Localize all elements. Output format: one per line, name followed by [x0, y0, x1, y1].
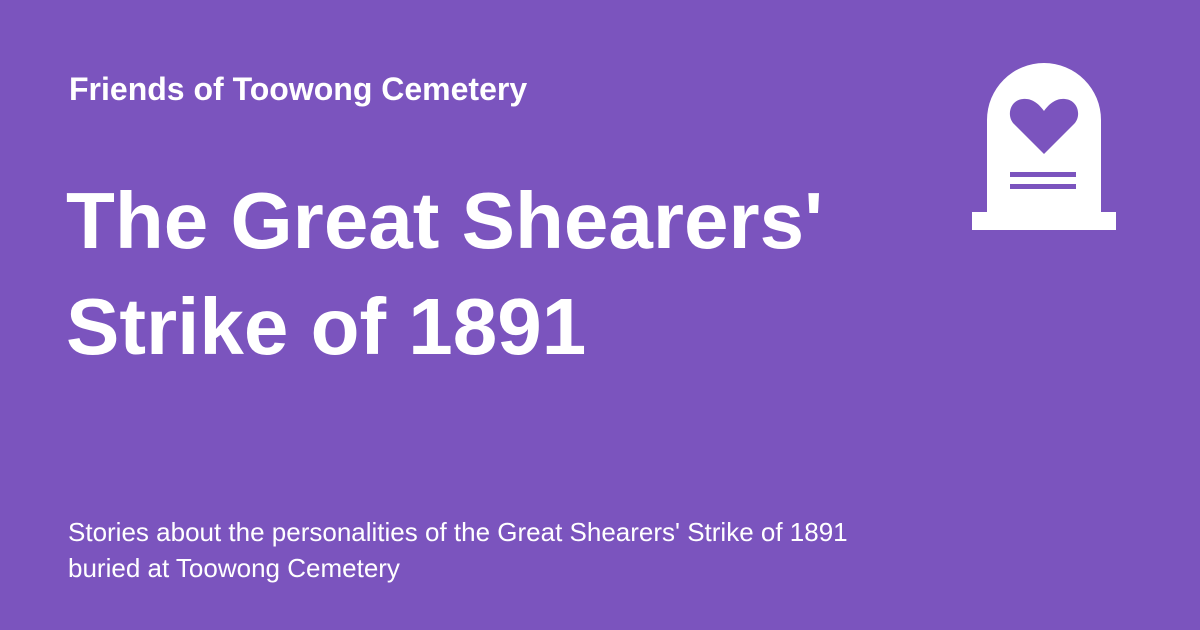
page-subtitle: Stories about the personalities of the G…	[68, 517, 848, 583]
share-card: { "site": { "name": "Friends of Toowong …	[0, 0, 1200, 630]
inscription-line-1	[1010, 172, 1076, 177]
headstone-heart-icon	[972, 63, 1116, 230]
page-title: The Great Shearers' Strike of 1891	[66, 176, 824, 371]
site-name: Friends of Toowong Cemetery	[69, 71, 528, 107]
inscription-line-2	[1010, 184, 1076, 189]
